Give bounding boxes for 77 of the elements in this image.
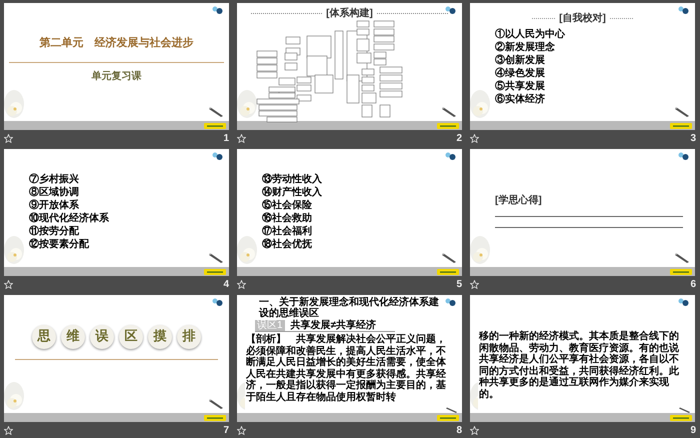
title-character: 排 xyxy=(177,325,201,349)
pen-icon xyxy=(442,106,458,118)
star-icon xyxy=(470,426,479,435)
title-character: 误 xyxy=(90,325,114,349)
slide-thumbnail[interactable]: 第二单元 经济发展与社会进步 单元复习课 xyxy=(4,3,229,130)
answer-item: ⑭财产性收入 xyxy=(262,188,323,198)
star-icon xyxy=(4,134,13,143)
slide-thumbnail[interactable]: 一、关于新发展理念和现代化经济体系建设的思维误区 误区1 共享发展≠共享经济 【剖析】 共享发展解决社会公平正义问题，必须保障和改善民生，提高人民生活水平，不断满足人民日益增长的美好生活需要，使全体人民在共建共享发展中有更多获得感。共享经济，一般是指以获得一定报酬为主要目的，基于陌生人且存在物品使用权暂时转 xyxy=(237,295,462,422)
slide-number: 3 xyxy=(690,132,696,146)
answer-item: ①以人民为中心 xyxy=(495,30,566,40)
answer-item: ⑩现代化经济体系 xyxy=(29,214,110,224)
pen-icon xyxy=(675,252,691,264)
slide-thumbnail[interactable]: 思 维 误 区 摸 排 xyxy=(4,295,229,422)
slide-number: 5 xyxy=(456,278,462,292)
slide-number: 7 xyxy=(223,424,229,438)
answer-item: ⑰社会福利 xyxy=(262,227,313,237)
slide-thumbnail[interactable]: ⑦乡村振兴 ⑧区域协调 ⑨开放体系 ⑩现代化经济体系 ⑪按劳分配 ⑫按要素分配 xyxy=(4,149,229,276)
title-character: 摸 xyxy=(148,325,172,349)
star-icon xyxy=(4,426,13,435)
tag-label: 误区1 xyxy=(255,320,285,331)
answer-item: ⑬劳动性收入 xyxy=(262,175,323,185)
slide-subtitle: 单元复习课 xyxy=(90,70,142,84)
title-character: 思 xyxy=(32,325,56,349)
answer-item: ⑤共享发展 xyxy=(495,82,546,92)
slide-number: 4 xyxy=(223,278,229,292)
pen-icon xyxy=(209,398,225,410)
dots-icon xyxy=(444,152,456,160)
slide-number: 2 xyxy=(456,132,462,146)
star-icon xyxy=(470,280,479,289)
tag-title: 共享发展≠共享经济 xyxy=(290,320,376,331)
answer-item: ⑪按劳分配 xyxy=(29,227,80,237)
slide-thumbnail[interactable]: ⑬劳动性收入 ⑭财产性收入 ⑮社会保险 ⑯社会救助 ⑰社会福利 ⑱社会优抚 xyxy=(237,149,462,276)
answer-item: ⑧区域协调 xyxy=(29,188,80,198)
answer-item: ⑥实体经济 xyxy=(495,95,546,105)
pen-icon xyxy=(675,106,691,118)
answer-item: ③创新发展 xyxy=(495,56,546,66)
paragraph: 【剖析】 共享发展解决社会公平正义问题，必须保障和改善民生，提高人民生活水平，不断满足人民日益增长的美好生活需要，使全体人民在共建共享发展中有更多获得感。共享经济，一般是指以获得一定报酬为主要目的，基于陌生人且存在物品使用权暂时转 xyxy=(246,334,447,403)
answer-item: ⑫按要素分配 xyxy=(29,240,90,250)
slide-number: 9 xyxy=(690,424,696,438)
dots-icon xyxy=(677,298,689,306)
slide-number: 6 xyxy=(690,278,696,292)
answer-item: ⑱社会优抚 xyxy=(262,240,313,250)
dots-icon xyxy=(677,6,689,14)
slide-thumbnail[interactable]: [自我校对] ①以人民为中心 ②新发展理念 ③创新发展 ④绿色发展 ⑤共享发展 ⑥实体经济 xyxy=(470,3,695,130)
slide-number: 1 xyxy=(223,132,229,146)
slide-title: 第二单元 经济发展与社会进步 xyxy=(38,36,194,51)
dots-icon xyxy=(444,6,456,14)
title-character: 区 xyxy=(119,325,143,349)
star-icon xyxy=(237,280,246,289)
slide-heading: [自我校对] xyxy=(559,12,606,26)
pen-icon xyxy=(442,252,458,264)
title-character: 维 xyxy=(61,325,85,349)
dots-icon xyxy=(211,6,223,14)
slide-heading: [学思心得] xyxy=(495,193,542,208)
slide-number: 8 xyxy=(456,424,462,438)
slide-heading: [体系构建] xyxy=(326,6,373,21)
dots-icon xyxy=(211,152,223,160)
answer-item: ⑨开放体系 xyxy=(29,201,80,211)
star-icon xyxy=(4,280,13,289)
paragraph: 移的一种新的经济模式。其本质是整合线下的闲散物品、劳动力、教育医疗资源。有的也说共享经济是人们公平享有社会资源，各自以不同的方式付出和受益，共同获得经济红利。此种共享更多的是通过互联网作为媒介来实现的。 xyxy=(479,331,680,400)
slide-thumbnail[interactable]: [体系构建] xyxy=(237,3,462,130)
dots-icon xyxy=(677,152,689,160)
answer-item: ⑮社会保险 xyxy=(262,201,313,211)
star-icon xyxy=(237,426,246,435)
star-icon xyxy=(470,134,479,143)
answer-item: ⑯社会救助 xyxy=(262,214,313,224)
dots-icon xyxy=(444,298,456,306)
slide-thumbnail[interactable]: [学思心得] xyxy=(470,149,695,276)
answer-item: ⑦乡村振兴 xyxy=(29,175,80,185)
pen-icon xyxy=(209,252,225,264)
slide-heading: 一、关于新发展理念和现代化经济体系建设的思维误区 xyxy=(259,298,440,319)
dots-icon xyxy=(211,298,223,306)
slide-thumbnail[interactable]: 移的一种新的经济模式。其本质是整合线下的闲散物品、劳动力、教育医疗资源。有的也说共享经济是人们公平享有社会资源，各自以不同的方式付出和受益，共同获得经济红利。此种共享更多的是通过互联网作为媒介来实现的。 xyxy=(470,295,695,422)
answer-item: ④绿色发展 xyxy=(495,69,546,79)
answer-item: ②新发展理念 xyxy=(495,43,556,53)
star-icon xyxy=(237,134,246,143)
pen-icon xyxy=(209,106,225,118)
